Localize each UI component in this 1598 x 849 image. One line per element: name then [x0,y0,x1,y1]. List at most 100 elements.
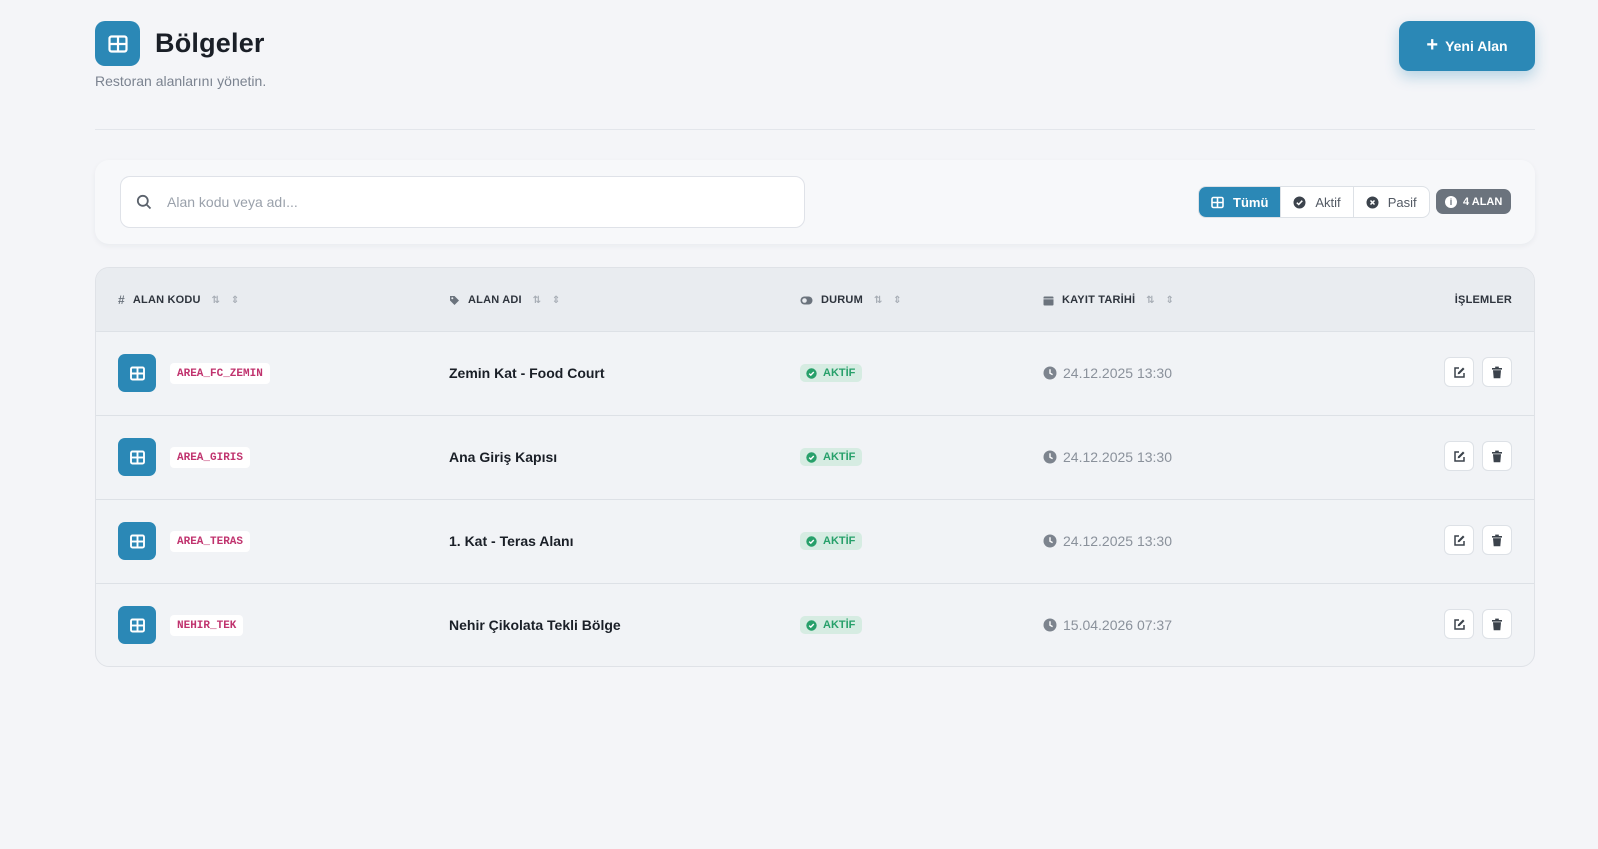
delete-button[interactable] [1482,525,1512,555]
area-name: 1. Kat - Teras Alanı [449,533,574,549]
column-header-date[interactable]: KAYIT TARİHİ ⇅ ⇕ [1043,268,1178,332]
row-actions [1444,357,1512,387]
new-area-button-label: Yeni Alan [1445,38,1508,54]
status-badge: AKTİF [800,364,863,382]
area-count-badge: i 4 ALAN [1436,189,1512,214]
sort-icon: ⇅ ⇕ [211,294,244,306]
check-circle-icon [1293,196,1306,208]
area-code: AREA_FC_ZEMIN [170,363,270,384]
table-row[interactable]: AREA_GIRIS Ana Giriş Kapısı AKTİF 24.12.… [96,416,1534,500]
row-actions [1444,441,1512,471]
row-actions [1444,525,1512,555]
sort-icon: ⇅ ⇕ [873,294,906,306]
column-header-status[interactable]: DURUM ⇅ ⇕ [800,268,906,332]
check-circle-icon [806,535,817,547]
info-icon: i [1445,195,1457,208]
filter-all-button[interactable]: Tümü [1199,187,1281,217]
search-icon [136,194,152,210]
areas-table: # ALAN KODU ⇅ ⇕ ALAN ADI ⇅ ⇕ DURUM ⇅ ⇕ K… [95,267,1535,667]
area-code: NEHIR_TEK [170,615,244,636]
x-circle-icon [1366,196,1379,208]
status-label: AKTİF [823,367,856,379]
grid-icon [118,606,156,644]
created-date: 24.12.2025 13:30 [1043,365,1172,381]
date-label: 15.04.2026 07:37 [1063,617,1172,633]
plus-icon: + [1426,34,1439,56]
edit-button[interactable] [1444,357,1474,387]
grid-icon [1211,196,1224,208]
edit-button[interactable] [1444,441,1474,471]
status-label: AKTİF [823,619,856,631]
area-name: Zemin Kat - Food Court [449,365,605,381]
filter-bar: Tümü Aktif Pasif i 4 ALAN [95,160,1535,244]
check-circle-icon [806,367,817,379]
calendar-icon [1043,296,1054,305]
status-badge: AKTİF [800,616,863,634]
trash-icon [1492,534,1502,546]
created-date: 24.12.2025 13:30 [1043,449,1172,465]
date-label: 24.12.2025 13:30 [1063,365,1172,381]
clock-icon [1043,450,1057,464]
table-body: AREA_FC_ZEMIN Zemin Kat - Food Court AKT… [96,332,1534,666]
grid-icon [118,438,156,476]
column-header-code[interactable]: # ALAN KODU ⇅ ⇕ [118,268,243,332]
column-header-actions: İŞLEMLER [1455,268,1512,332]
area-name: Nehir Çikolata Tekli Bölge [449,617,621,633]
trash-icon [1492,450,1502,462]
delete-button[interactable] [1482,357,1512,387]
clock-icon [1043,534,1057,548]
created-date: 15.04.2026 07:37 [1043,617,1172,633]
status-label: AKTİF [823,451,856,463]
page-title: Bölgeler [155,28,265,58]
filter-active-label: Aktif [1315,194,1341,210]
table-header: # ALAN KODU ⇅ ⇕ ALAN ADI ⇅ ⇕ DURUM ⇅ ⇕ K… [96,268,1534,332]
table-row[interactable]: AREA_FC_ZEMIN Zemin Kat - Food Court AKT… [96,332,1534,416]
hash-icon: # [118,293,125,307]
filter-active-button[interactable]: Aktif [1280,187,1352,217]
column-header-label: DURUM [821,294,863,306]
grid-icon [118,354,156,392]
check-circle-icon [806,451,817,463]
toggle-icon [800,296,813,304]
area-code: AREA_TERAS [170,531,251,552]
edit-icon [1453,534,1465,546]
tag-icon [450,295,459,305]
delete-button[interactable] [1482,441,1512,471]
clock-icon [1043,366,1057,380]
column-header-label: ALAN KODU [132,294,201,306]
sort-icon: ⇅ ⇕ [532,294,565,306]
trash-icon [1492,618,1502,630]
page-subtitle: Restoran alanlarını yönetin. [95,73,267,89]
area-code: AREA_GIRIS [170,447,251,468]
status-badge: AKTİF [800,448,863,466]
edit-icon [1453,450,1465,462]
search-input[interactable] [167,194,767,210]
check-circle-icon [806,619,817,631]
page: Bölgeler Restoran alanlarını yönetin. + … [95,0,1535,667]
filter-all-label: Tümü [1233,194,1269,210]
date-label: 24.12.2025 13:30 [1063,449,1172,465]
table-row[interactable]: AREA_TERAS 1. Kat - Teras Alanı AKTİF 24… [96,500,1534,584]
edit-button[interactable] [1444,525,1474,555]
trash-icon [1492,366,1502,378]
status-filter-group: Tümü Aktif Pasif [1198,186,1430,218]
new-area-button[interactable]: + Yeni Alan [1399,21,1535,71]
page-header: Bölgeler Restoran alanlarını yönetin. + … [95,0,1535,130]
edit-icon [1453,618,1465,630]
search-box [120,176,805,228]
clock-icon [1043,618,1057,632]
filter-passive-label: Pasif [1387,194,1417,210]
area-name: Ana Giriş Kapısı [449,449,558,465]
column-header-name[interactable]: ALAN ADI ⇅ ⇕ [449,268,564,332]
column-header-label: KAYIT TARİHİ [1062,294,1136,306]
delete-button[interactable] [1482,609,1512,639]
edit-button[interactable] [1444,609,1474,639]
created-date: 24.12.2025 13:30 [1043,533,1172,549]
filter-passive-button[interactable]: Pasif [1352,187,1429,217]
table-row[interactable]: NEHIR_TEK Nehir Çikolata Tekli Bölge AKT… [96,584,1534,666]
column-header-label: ALAN ADI [468,294,522,306]
sort-icon: ⇅ ⇕ [1146,294,1178,306]
status-badge: AKTİF [800,532,863,550]
date-label: 24.12.2025 13:30 [1063,533,1172,549]
status-label: AKTİF [823,535,856,547]
